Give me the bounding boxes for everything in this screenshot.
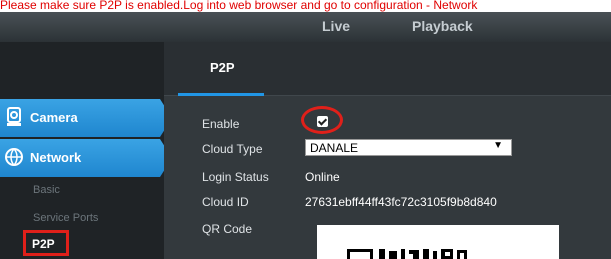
qr-code <box>317 225 559 259</box>
login-status-value: Online <box>305 170 340 184</box>
enable-checkbox[interactable] <box>317 116 328 127</box>
subitem-p2p[interactable]: P2P <box>23 230 69 256</box>
dropdown-arrow-icon: ▼ <box>493 140 503 151</box>
tab-p2p[interactable]: P2P <box>210 60 235 75</box>
cloud-type-value: DANALE <box>310 141 359 155</box>
sidebar-item-network[interactable]: Network <box>0 139 172 177</box>
cloud-type-select[interactable]: DANALE ▼ <box>305 139 512 156</box>
enable-label: Enable <box>202 117 240 131</box>
sidebar-item-label: Network <box>30 150 82 165</box>
subitem-service-ports[interactable]: Service Ports <box>33 212 98 224</box>
qr-code-icon <box>347 249 467 259</box>
nav-playback[interactable]: Playback <box>412 18 473 34</box>
nav-live[interactable]: Live <box>322 18 350 34</box>
instruction-caption: Please make sure P2P is enabled.Log into… <box>0 0 478 12</box>
top-bar: Live Playback <box>0 12 611 42</box>
sidebar-item-label: Camera <box>30 110 78 125</box>
camera-icon <box>7 107 21 126</box>
sidebar-item-camera[interactable]: Camera <box>0 99 172 137</box>
main-content: P2P Enable Cloud Type DANALE ▼ Login Sta… <box>164 42 611 259</box>
cloud-id-value: 27631ebff44ff43fc72c3105f9b8d840 <box>305 195 497 209</box>
subitem-basic[interactable]: Basic <box>33 184 60 196</box>
cloud-id-label: Cloud ID <box>202 195 249 209</box>
cloud-type-label: Cloud Type <box>202 142 263 156</box>
login-status-label: Login Status <box>202 170 269 184</box>
sidebar: Camera Network Basic Service Ports P2P <box>0 42 172 259</box>
tab-bar: P2P <box>164 42 611 96</box>
network-icon <box>5 148 23 166</box>
qr-code-label: QR Code <box>202 222 253 236</box>
tab-active-indicator <box>178 93 264 96</box>
